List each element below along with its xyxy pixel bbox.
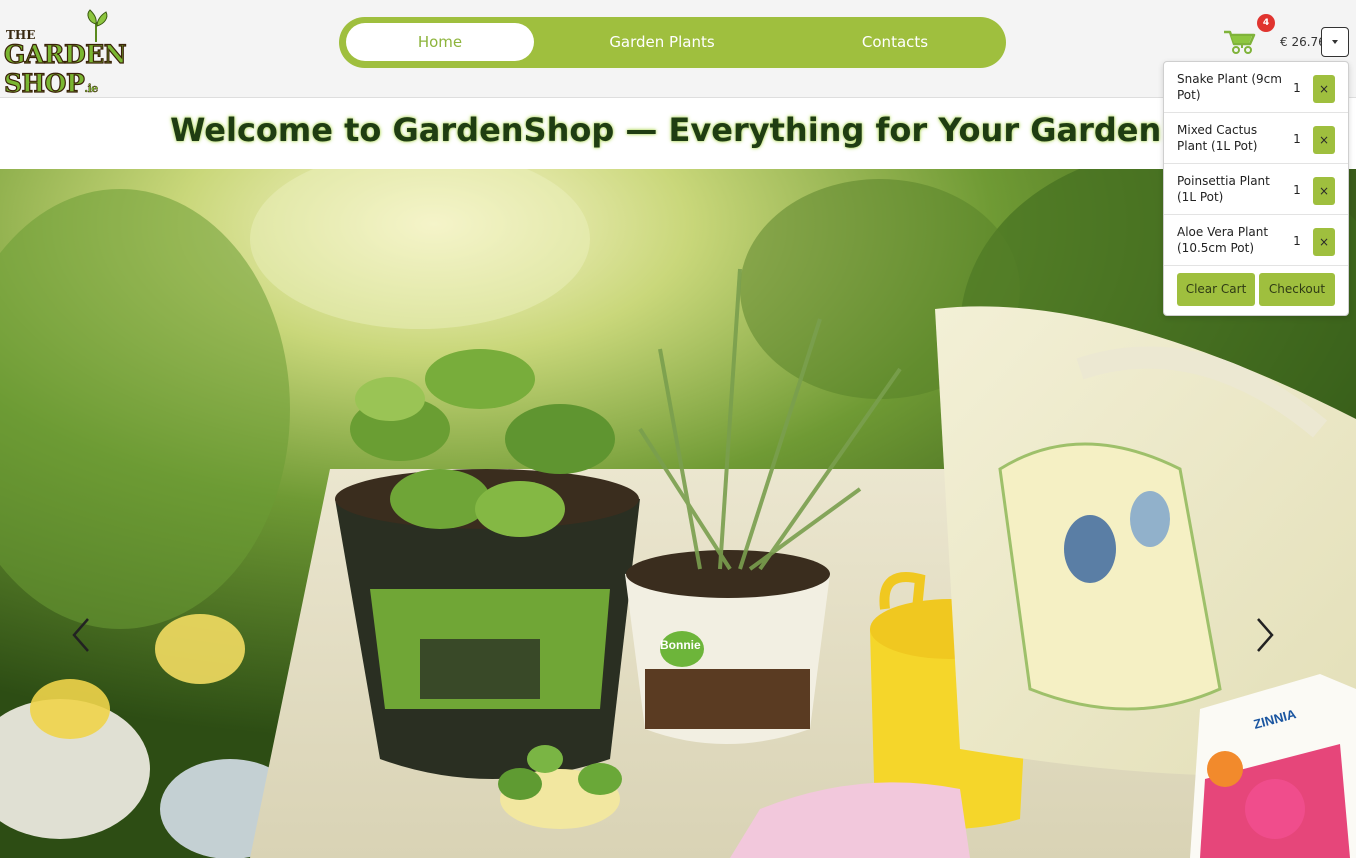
cart-total: € 26.76 (1280, 35, 1326, 49)
cart-dropdown-toggle[interactable] (1321, 27, 1349, 57)
cart-item-qty: 1 (1293, 183, 1301, 197)
remove-item-button[interactable]: × (1313, 75, 1335, 103)
remove-item-button[interactable]: × (1313, 177, 1335, 205)
welcome-banner: Welcome to GardenShop — Everything for Y… (0, 99, 1356, 169)
cart-item-qty: 1 (1293, 234, 1301, 248)
clear-cart-button[interactable]: Clear Cart (1177, 273, 1255, 306)
sprout-icon (87, 9, 108, 42)
chevron-left-icon[interactable] (66, 615, 96, 655)
cart-item: Poinsettia Plant (1L Pot) 1 × (1164, 164, 1348, 215)
cart-item-name: Aloe Vera Plant (10.5cm Pot) (1177, 225, 1269, 255)
nav-item-garden-plants[interactable]: Garden Plants (568, 23, 756, 61)
cart-dropdown: Snake Plant (9cm Pot) 1 × Mixed Cactus P… (1163, 61, 1349, 316)
hero-carousel: ZINNIA Bonnie (0, 169, 1356, 858)
chevron-right-icon[interactable] (1250, 615, 1280, 655)
site-header: THE GARDEN SHOP.ie Home Garden Plants Co… (0, 0, 1356, 99)
caret-down-icon (1332, 40, 1338, 44)
pot-label: Bonnie (660, 638, 701, 652)
cart-item-qty: 1 (1293, 132, 1301, 146)
nav-item-home[interactable]: Home (346, 23, 534, 61)
page-title: Welcome to GardenShop — Everything for Y… (170, 111, 1176, 149)
wheelbarrow-cart-icon[interactable] (1222, 28, 1256, 56)
cart-count-badge: 4 (1257, 14, 1275, 32)
checkout-button[interactable]: Checkout (1259, 273, 1335, 306)
cart-item-qty: 1 (1293, 81, 1301, 95)
site-logo[interactable]: THE GARDEN SHOP.ie (2, 8, 182, 99)
main-navigation: Home Garden Plants Contacts (339, 17, 1006, 68)
remove-item-button[interactable]: × (1313, 228, 1335, 256)
cart-item: Aloe Vera Plant (10.5cm Pot) 1 × (1164, 215, 1348, 266)
cart-item-name: Snake Plant (9cm Pot) (1177, 72, 1282, 102)
remove-item-button[interactable]: × (1313, 126, 1335, 154)
hero-image: ZINNIA Bonnie (0, 169, 1356, 858)
cart-item-name: Poinsettia Plant (1L Pot) (1177, 174, 1270, 204)
cart-item-name: Mixed Cactus Plant (1L Pot) (1177, 123, 1258, 153)
logo-main-text: GARDEN SHOP (3, 39, 127, 98)
nav-item-contacts[interactable]: Contacts (801, 23, 989, 61)
cart-item: Mixed Cactus Plant (1L Pot) 1 × (1164, 113, 1348, 164)
logo-wordmark: GARDEN SHOP.ie (3, 39, 182, 98)
logo-suffix-text: .ie (84, 82, 98, 95)
cart-item: Snake Plant (9cm Pot) 1 × (1164, 62, 1348, 113)
